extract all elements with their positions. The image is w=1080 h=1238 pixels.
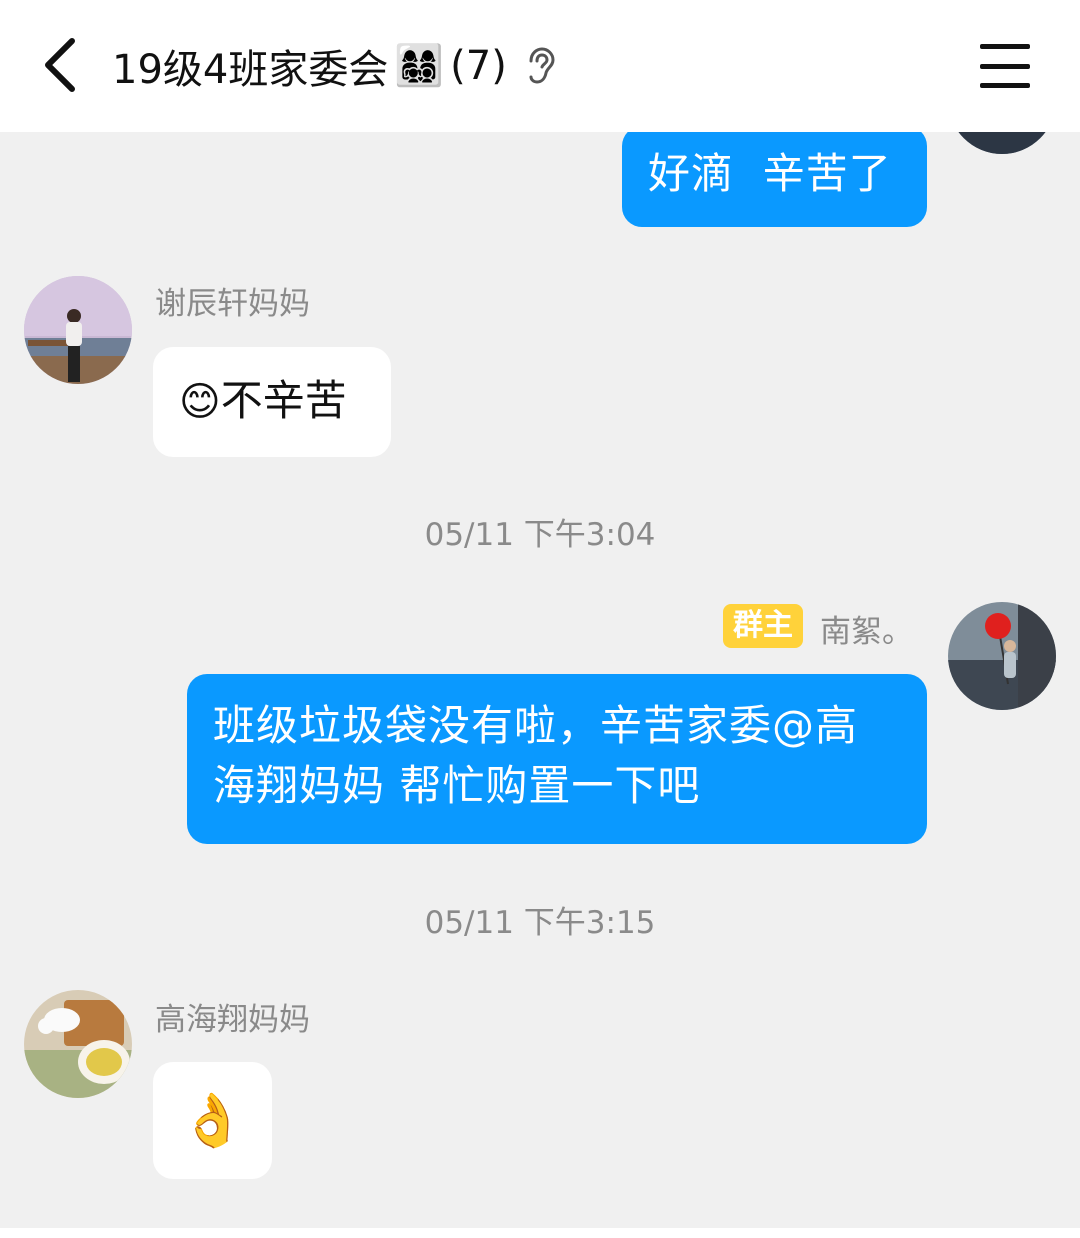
chat-title[interactable]: 19级4班家委会 👩‍👩‍👧‍👦 (7) (112, 34, 555, 98)
message-list[interactable]: 好滴 辛苦了 谢辰轩妈妈 😊不辛苦 05/11 下午3:04 群主 南絮。 班级… (0, 132, 1080, 1228)
timestamp: 05/11 下午3:04 (424, 517, 656, 553)
sender-name: 南絮。 (820, 614, 913, 650)
family-emoji: 👩‍👩‍👧‍👦 (394, 43, 445, 89)
chat-header: 19级4班家委会 👩‍👩‍👧‍👦 (7) (0, 0, 1080, 132)
back-button[interactable] (30, 30, 90, 100)
group-name: 19级4班家委会 (112, 47, 389, 93)
message-text: 不辛苦 (220, 376, 347, 425)
message-bubble[interactable]: 班级垃圾袋没有啦，辛苦家委@高 海翔妈妈 帮忙购置一下吧 (187, 674, 927, 844)
owner-badge: 群主 (723, 604, 803, 648)
message-bubble[interactable]: 👌 (153, 1062, 272, 1179)
avatar[interactable] (24, 990, 132, 1098)
avatar[interactable] (948, 132, 1056, 154)
message-text: 好滴 辛苦了 (648, 149, 892, 198)
ok-hand-emoji: 👌 (180, 1090, 245, 1151)
menu-icon (980, 44, 1030, 49)
ear-icon (525, 47, 555, 85)
message-bubble[interactable]: 😊不辛苦 (153, 347, 391, 457)
timestamp: 05/11 下午3:15 (424, 905, 656, 941)
message-text-line: 海翔妈妈 帮忙购置一下吧 (213, 761, 701, 810)
chevron-left-icon (45, 38, 75, 92)
input-bar-edge (0, 1228, 1080, 1238)
member-count: (7) (450, 43, 507, 89)
avatar[interactable] (948, 602, 1056, 710)
menu-button[interactable] (976, 38, 1034, 94)
sender-name: 高海翔妈妈 (155, 1002, 310, 1038)
smile-emoji: 😊 (179, 379, 221, 425)
sender-name: 谢辰轩妈妈 (155, 286, 310, 322)
avatar[interactable] (24, 276, 132, 384)
message-text-line: 班级垃圾袋没有啦，辛苦家委@高 (213, 701, 859, 750)
message-bubble[interactable]: 好滴 辛苦了 (622, 132, 927, 227)
